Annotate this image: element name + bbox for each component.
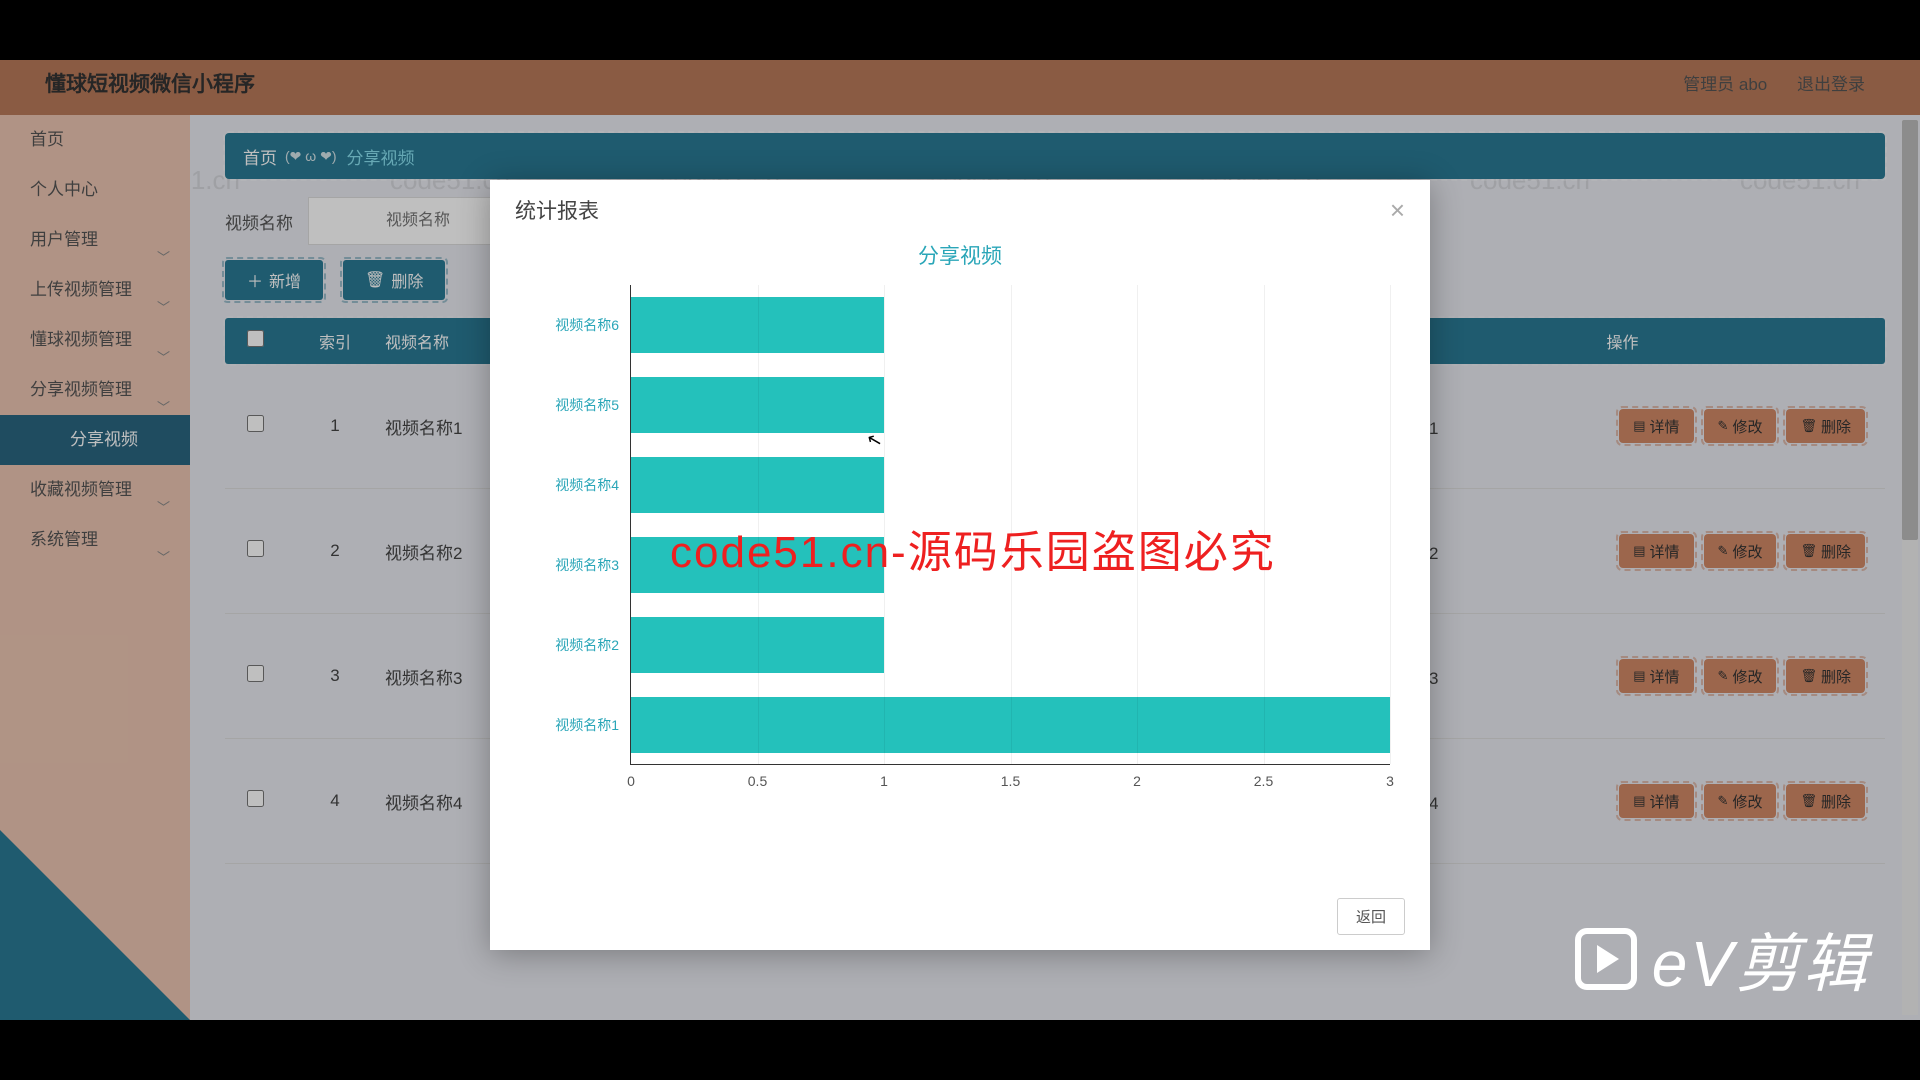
grid-line [1011, 285, 1012, 764]
bar-label: 视频名称5 [555, 395, 619, 415]
ev-text: eV剪辑 [1652, 913, 1870, 1005]
chart-title: 分享视频 [490, 240, 1430, 270]
grid-line [1264, 285, 1265, 764]
bar-label: 视频名称4 [555, 475, 619, 495]
x-tick: 1 [880, 773, 888, 789]
x-tick: 3 [1386, 773, 1394, 789]
x-tick: 0.5 [748, 773, 767, 789]
chart-grid: 视频名称6视频名称5视频名称4视频名称3视频名称2视频名称1 00.511.52… [630, 285, 1390, 765]
back-button[interactable]: 返回 [1337, 898, 1405, 935]
bar-label: 视频名称3 [555, 555, 619, 575]
grid-line [1390, 285, 1391, 764]
bar-label: 视频名称6 [555, 315, 619, 335]
chart-area: 视频名称6视频名称5视频名称4视频名称3视频名称2视频名称1 00.511.52… [490, 285, 1430, 765]
close-icon[interactable]: × [1390, 195, 1405, 226]
grid-line [1137, 285, 1138, 764]
letterbox-top [0, 0, 1920, 60]
bar-label: 视频名称2 [555, 635, 619, 655]
ev-logo: eV剪辑 [1575, 913, 1870, 1005]
bar-label: 视频名称1 [555, 715, 619, 735]
grid-line [758, 285, 759, 764]
play-icon [1575, 928, 1637, 990]
x-tick: 0 [627, 773, 635, 789]
modal-header: 统计报表 × [490, 180, 1430, 240]
x-tick: 2 [1133, 773, 1141, 789]
modal-title: 统计报表 [515, 195, 599, 225]
app-viewport: code51.cn code51.cn code51.cn code51.cn … [0, 60, 1920, 1020]
stats-modal: 统计报表 × 分享视频 视频名称6视频名称5视频名称4视频名称3视频名称2视频名… [490, 180, 1430, 950]
letterbox-bottom [0, 1020, 1920, 1080]
modal-footer: 返回 [1337, 898, 1405, 935]
grid-line [884, 285, 885, 764]
x-tick: 2.5 [1254, 773, 1273, 789]
x-tick: 1.5 [1001, 773, 1020, 789]
